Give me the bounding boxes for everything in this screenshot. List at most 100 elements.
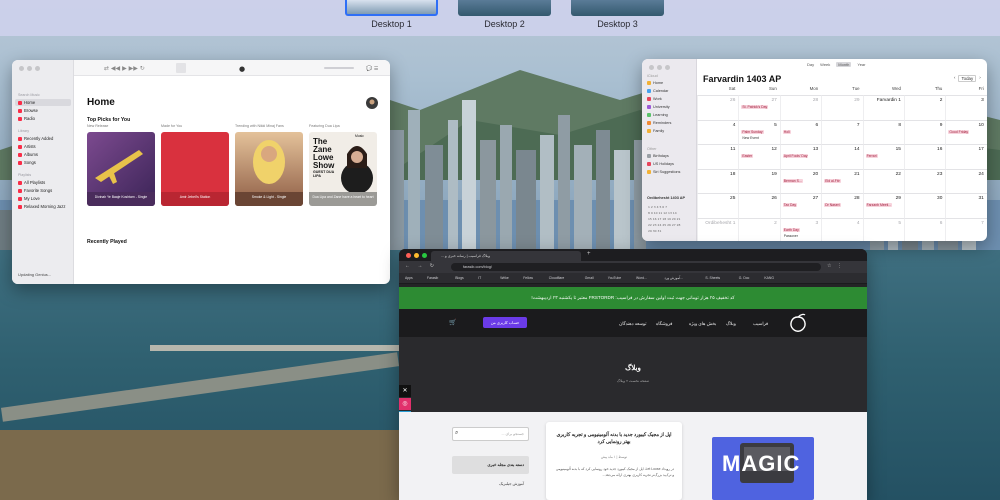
bookmark-item[interactable]: YouTube	[608, 276, 621, 280]
calendar-color-checkbox[interactable]	[647, 129, 651, 133]
nav-link-developers[interactable]: توسعه دهندگان	[619, 321, 646, 327]
nav-link-blog[interactable]: وبلاگ	[726, 321, 736, 327]
day-cell[interactable]: 4	[821, 217, 863, 241]
calendar-color-checkbox[interactable]	[647, 81, 651, 85]
calendar-event[interactable]: St. Patrick's Day	[741, 105, 769, 109]
post-card[interactable]: اپل از مجیک کیبورد جدید با بدنه آلومینیو…	[546, 422, 682, 500]
bookmark-item[interactable]: Fellow	[523, 276, 533, 280]
sidebar-item-recently-added[interactable]: Recently Added	[15, 135, 71, 142]
calendar-event[interactable]: Holi	[782, 129, 791, 134]
bookmark-item[interactable]: Cloudflare	[549, 276, 564, 280]
close-button[interactable]	[649, 65, 654, 70]
bookmark-item[interactable]: آموزش ورد...	[664, 276, 683, 280]
cart-icon[interactable]: 🛒	[449, 319, 456, 326]
bookmark-item[interactable]: Farasib	[427, 276, 438, 280]
calendar-list-item[interactable]: Siri Suggestions	[647, 170, 680, 174]
view-year-button[interactable]: Year	[857, 62, 865, 67]
calendar-list-item[interactable]: US Holidays	[647, 162, 674, 166]
space-thumbnail-desktop-3[interactable]	[571, 0, 664, 16]
day-cell[interactable]: 3	[945, 95, 987, 120]
minimize-button[interactable]	[657, 65, 662, 70]
bookmark-item[interactable]: S. Sheets	[705, 276, 720, 280]
sidebar-item-songs[interactable]: Songs	[15, 159, 71, 166]
sidebar-item-radio[interactable]: Radio	[15, 115, 71, 122]
day-cell[interactable]: 6	[904, 217, 946, 241]
day-cell[interactable]: 21 Eid al-Fitr	[821, 168, 863, 193]
day-cell[interactable]: 29 Farzanb Meeti...	[862, 193, 904, 218]
sidebar-item-my-love[interactable]: My Love	[15, 195, 71, 202]
calendar-list-item[interactable]: Learning	[647, 113, 668, 117]
bookmark-item[interactable]: Blogs	[455, 276, 463, 280]
day-cell[interactable]: 22	[862, 168, 904, 193]
x-share-icon[interactable]: ✕	[399, 385, 411, 397]
bookmark-item[interactable]: Apps	[405, 276, 413, 280]
day-cell[interactable]: 25	[697, 193, 739, 218]
search-icon[interactable]: ⌕	[455, 430, 458, 437]
day-cell[interactable]: 15 Ferrari	[862, 144, 904, 169]
day-cell[interactable]: 2	[904, 95, 946, 120]
calendar-list-item[interactable]: Work	[647, 97, 662, 101]
calendar-color-checkbox[interactable]	[647, 89, 651, 93]
day-cell[interactable]: 30	[904, 193, 946, 218]
sidebar-item-home[interactable]: Home	[15, 99, 71, 106]
calendar-color-checkbox[interactable]	[647, 113, 651, 117]
bookmark-item[interactable]: IT	[478, 276, 481, 280]
site-logo[interactable]	[787, 313, 809, 333]
calendar-event[interactable]: Ferrari	[865, 154, 878, 158]
calendar-event[interactable]: Earth Day	[782, 227, 800, 232]
album-card-new-release[interactable]: Divinah Ye Baaje Koshtam - Single	[87, 132, 155, 206]
search-field[interactable]: Search Music	[18, 93, 40, 97]
day-cell[interactable]: 2	[738, 217, 780, 241]
space-thumbnail-desktop-1[interactable]	[345, 0, 438, 16]
day-cell[interactable]: 12 Easter	[738, 144, 780, 169]
day-cell[interactable]: 3 Earth Day Passover	[779, 217, 822, 241]
view-switcher[interactable]: Day Week Month Year	[807, 62, 866, 67]
calendar-event[interactable]: Dr Naseri	[824, 203, 841, 207]
sidebar-item-favorite-songs[interactable]: Favorite Songs	[15, 187, 71, 194]
sidebar-search-input[interactable]: جستجو برای ...	[452, 427, 529, 441]
calendar-event[interactable]: Palm Sunday	[741, 129, 764, 134]
chevron-left-icon[interactable]: ‹	[954, 75, 955, 82]
chevron-right-icon[interactable]: ›	[979, 75, 980, 82]
day-cell[interactable]: Ordibehesht 1	[697, 217, 739, 241]
bookmark-item[interactable]: Gmail	[585, 276, 594, 280]
navigation-buttons[interactable]: ‹ Today ›	[954, 75, 981, 82]
calendar-color-checkbox[interactable]	[647, 170, 651, 174]
space-label[interactable]: Desktop 2	[458, 19, 551, 29]
day-cell[interactable]: 18	[697, 168, 739, 193]
account-button[interactable]: حساب کاربری من	[483, 317, 527, 328]
breadcrumb[interactable]: صفحه نخست » وبلاگ	[399, 379, 867, 383]
bookmark-item[interactable]: Wrike	[500, 276, 509, 280]
sidebar-item-artists[interactable]: Artists	[15, 143, 71, 150]
nav-link-farasib[interactable]: فراسیب	[753, 321, 768, 327]
day-cell[interactable]: 5 Palm Sunday New Event	[738, 119, 780, 144]
calendar-window[interactable]: iCloud Home Calendar Work University Learnin…	[642, 59, 987, 241]
day-cell[interactable]: 24	[945, 168, 987, 193]
day-cell[interactable]: 20 Berman S...	[779, 168, 822, 193]
day-cell[interactable]: 7	[945, 217, 987, 241]
calendar-event[interactable]: Berman S...	[782, 178, 803, 183]
sidebar-item-all-playlists[interactable]: All Playlists	[15, 179, 71, 186]
instagram-icon[interactable]: ◎	[399, 398, 411, 410]
calendar-color-checkbox[interactable]	[647, 105, 651, 109]
day-cell[interactable]: Farvardin 1	[862, 95, 904, 120]
day-cell[interactable]: 27 Tax Day	[779, 193, 822, 218]
day-cell[interactable]: 14	[821, 144, 863, 169]
bookmark-item[interactable]: Word...	[636, 276, 647, 280]
day-cell[interactable]: 16	[904, 144, 946, 169]
bookmark-item[interactable]: G. Doc	[739, 276, 750, 280]
url-field[interactable]: farasib.com/blog/	[451, 263, 821, 271]
calendar-list-item[interactable]: Family	[647, 129, 664, 133]
album-card-trending[interactable]: Smoke & Light - Single	[235, 132, 303, 206]
navigation-arrows-icon[interactable]: ← → ↻	[405, 263, 437, 269]
sidebar-item-browse[interactable]: Browse	[15, 107, 71, 114]
today-button[interactable]: Today	[958, 75, 977, 82]
day-cell[interactable]: 8	[862, 119, 904, 144]
show-card-zane-lowe[interactable]: The Zane Lowe Show GUEST DUA LIPA Music …	[309, 132, 377, 206]
browser-window[interactable]: وبلاگ فراسیب | رسانه خبری و ... + ← → ↻ …	[399, 249, 867, 500]
day-cell[interactable]: 31	[945, 193, 987, 218]
day-cell[interactable]: 17	[945, 144, 987, 169]
calendar-event[interactable]: New Event	[741, 136, 759, 140]
playback-controls[interactable]: ⇄ ◀◀ ▶ ▶▶ ↻ ● 💬 ☰	[74, 60, 390, 76]
day-cell[interactable]: 13 April Fools' Day	[779, 144, 822, 169]
